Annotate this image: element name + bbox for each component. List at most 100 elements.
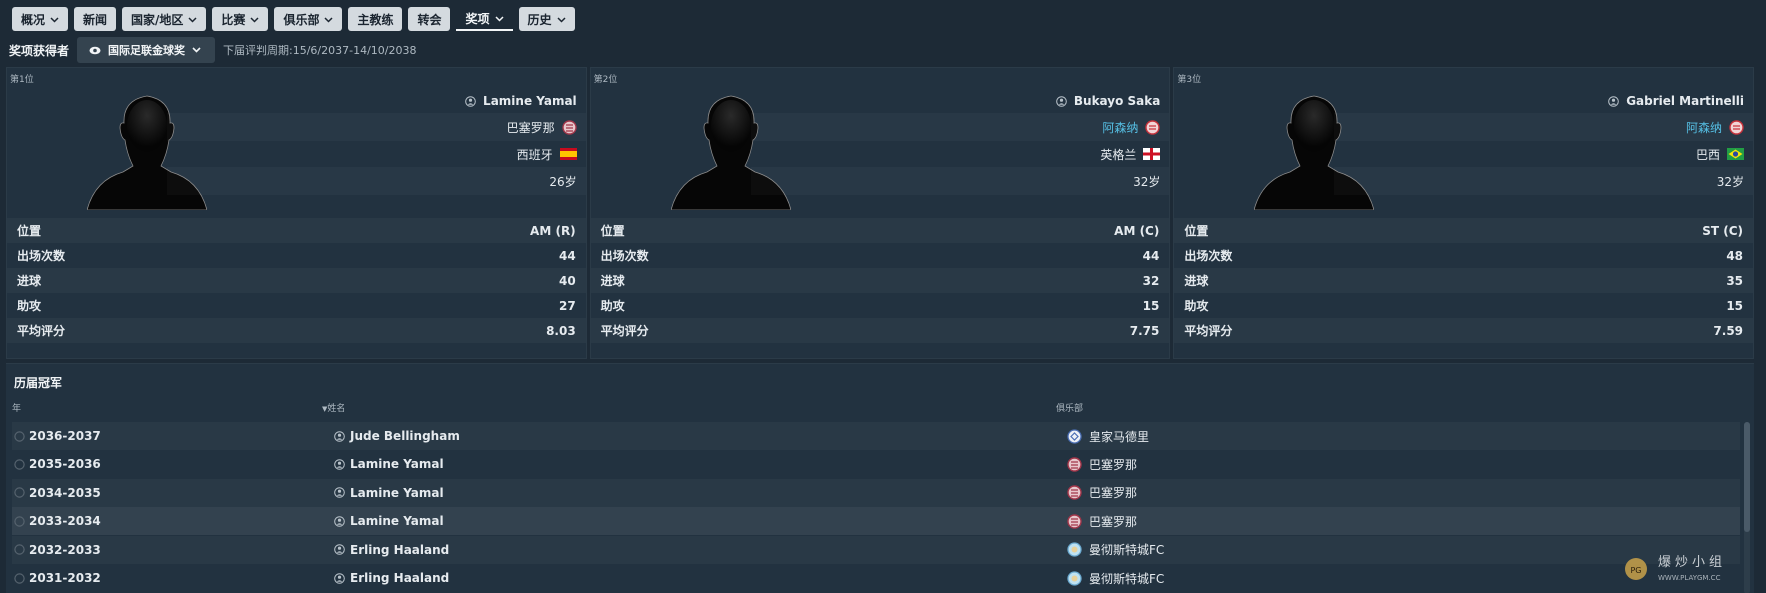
nav-overview[interactable]: 概况 (12, 7, 69, 31)
club-cell[interactable]: 曼彻斯特城FC (1067, 570, 1164, 587)
player-stats: 位置 ST (C) 出场次数 48 进球 35 助攻 15 平均评分 7.59 (1174, 218, 1753, 343)
nav-clubs[interactable]: 俱乐部 (274, 7, 343, 31)
person-icon (465, 95, 476, 107)
nav-history[interactable]: 历史 (518, 7, 575, 31)
club-crest-icon (1145, 119, 1161, 135)
club-cell[interactable]: 巴塞罗那 (1067, 513, 1137, 530)
svg-text:爆炒小组: 爆炒小组 (1658, 555, 1726, 570)
player-nation[interactable]: 英格兰 (1100, 142, 1161, 166)
name-cell[interactable]: Lamine Yamal (334, 457, 444, 471)
club-cell[interactable]: 曼彻斯特城FC (1067, 541, 1164, 558)
info-band (167, 167, 586, 195)
nav-news[interactable]: 新闻 (74, 7, 117, 31)
stat-value: 8.03 (546, 323, 576, 338)
stat-value: 32 (1142, 273, 1160, 288)
year-cell: 2033-2034 (14, 514, 101, 528)
chevron-down-icon (50, 16, 59, 23)
player-club[interactable]: 阿森纳 (1686, 115, 1744, 139)
player-age-text: 32岁 (1133, 174, 1161, 189)
club-cell[interactable]: 巴塞罗那 (1067, 484, 1137, 501)
player-nation[interactable]: 巴西 (1696, 142, 1745, 166)
stat-value: 7.59 (1713, 323, 1744, 338)
man-city-crest-icon (1067, 542, 1082, 557)
year-cell: 2036-2037 (14, 429, 101, 443)
player-age-text: 32岁 (1716, 174, 1745, 189)
history-row[interactable]: 2032-2033 Erling Haaland 曼彻斯特城FC (12, 536, 1740, 564)
player-name[interactable]: Bukayo Saka (1056, 89, 1160, 113)
player-name[interactable]: Gabriel Martinelli (1608, 89, 1744, 113)
column-header-club[interactable]: 俱乐部 (1056, 401, 1083, 414)
year-text: 2033-2034 (29, 514, 101, 529)
nav-history-label: 历史 (527, 12, 552, 27)
history-row[interactable]: 2035-2036 Lamine Yamal 巴塞罗那 (12, 450, 1740, 478)
name-text: Erling Haaland (350, 542, 450, 557)
award-select[interactable]: 国际足联金球奖 (77, 37, 216, 63)
person-icon (334, 572, 345, 584)
name-cell[interactable]: Erling Haaland (334, 571, 449, 585)
next-period-text: 下届评判周期:15/6/2037-14/10/2038 (223, 44, 417, 57)
column-header-year[interactable]: 年 (12, 401, 21, 414)
player-club[interactable]: 阿森纳 (1102, 115, 1161, 139)
info-band (1334, 167, 1753, 195)
nav-managers[interactable]: 主教练 (348, 7, 403, 31)
barcelona-crest-icon (1067, 513, 1082, 529)
club-cell[interactable]: 巴塞罗那 (1067, 456, 1137, 473)
history-panel: 历届冠军 年 ▼姓名 俱乐部 2036-2037 Jude Bellingham 皇… (6, 363, 1754, 593)
name-cell[interactable]: Jude Bellingham (334, 429, 460, 443)
club-cell[interactable]: 皇家马德里 (1067, 428, 1149, 445)
nav-nations-label: 国家/地区 (131, 12, 184, 27)
player-nation[interactable]: 西班牙 (517, 142, 577, 166)
player-club[interactable]: 巴塞罗那 (507, 115, 577, 139)
history-row[interactable]: 2034-2035 Lamine Yamal 巴塞罗那 (12, 479, 1740, 507)
year-text: 2031-2032 (29, 571, 101, 585)
chevron-down-icon (494, 15, 504, 22)
nav-transfers[interactable]: 转会 (408, 7, 451, 31)
club-crest-icon (1729, 119, 1744, 135)
stat-row: 出场次数 44 (591, 243, 1170, 268)
player-name[interactable]: Lamine Yamal (465, 89, 577, 113)
name-cell[interactable]: Erling Haaland (334, 543, 449, 557)
player-name-text: Gabriel Martinelli (1626, 94, 1745, 108)
scrollbar-thumb[interactable] (1744, 422, 1750, 532)
stat-label: 位置 (17, 224, 42, 238)
chevron-down-icon (556, 16, 566, 23)
year-cell: 2031-2032 (14, 571, 101, 585)
barcelona-crest-icon (1067, 457, 1082, 472)
nav-competitions[interactable]: 比赛 (212, 7, 269, 31)
stat-value: AM (C) (1114, 223, 1160, 238)
nav-news-label: 新闻 (83, 12, 108, 27)
stat-row: 助攻 15 (1174, 293, 1753, 318)
stat-row: 位置 AM (C) (591, 218, 1170, 243)
stat-row: 出场次数 48 (1174, 243, 1753, 268)
player-club-text: 巴塞罗那 (506, 120, 555, 135)
name-cell[interactable]: Lamine Yamal (334, 486, 444, 500)
winner-card: 第2位 Bukayo Saka 阿森纳 英格兰 32岁 位置 AM (C) 出场次数 44 进球… (589, 67, 1171, 359)
stat-value: AM (R) (530, 223, 576, 238)
award-winners-title: 奖项获得者 (9, 43, 70, 58)
stat-label: 进球 (1184, 274, 1209, 288)
club-text: 皇家马德里 (1089, 429, 1150, 444)
stat-value: 40 (558, 273, 576, 288)
player-age: 26岁 (549, 169, 576, 193)
winner-card: 第1位 Lamine Yamal 巴塞罗那 西班牙 26岁 位置 AM (R) 出场次数 44… (6, 67, 587, 359)
history-row[interactable]: 2031-2032 Erling Haaland 曼彻斯特城FC (12, 564, 1740, 592)
status-ring-icon (14, 515, 25, 527)
history-row[interactable]: 2036-2037 Jude Bellingham 皇家马德里 (12, 422, 1740, 450)
stat-row: 平均评分 7.75 (591, 318, 1170, 343)
nav-nations[interactable]: 国家/地区 (122, 7, 207, 31)
year-text: 2032-2033 (29, 542, 101, 557)
stat-row: 进球 40 (7, 268, 586, 293)
stat-row: 平均评分 7.59 (1174, 318, 1753, 343)
status-ring-icon (14, 430, 25, 442)
column-header-name[interactable]: ▼姓名 (322, 401, 345, 414)
name-text: Jude Bellingham (350, 429, 460, 443)
name-cell[interactable]: Lamine Yamal (334, 514, 444, 528)
nav-awards[interactable]: 奖项 (456, 7, 513, 31)
stat-value: 7.75 (1129, 323, 1160, 338)
history-row[interactable]: 2033-2034 Lamine Yamal 巴塞罗那 (12, 507, 1740, 536)
stat-label: 位置 (600, 224, 625, 238)
player-age: 32岁 (1133, 169, 1160, 193)
year-text: 2034-2035 (29, 485, 101, 500)
stat-value: 44 (1142, 248, 1160, 263)
year-cell: 2032-2033 (14, 543, 101, 557)
